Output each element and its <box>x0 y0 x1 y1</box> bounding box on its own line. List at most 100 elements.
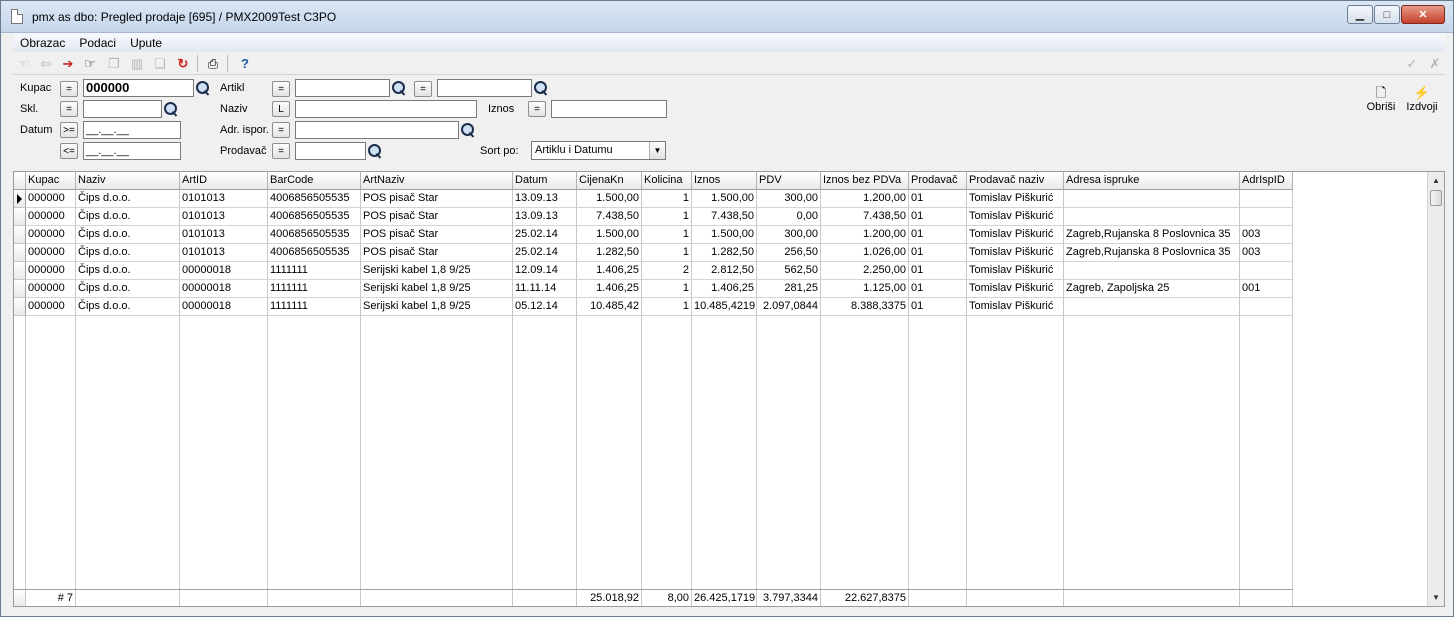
table-cell[interactable]: 003 <box>1240 244 1293 262</box>
table-row[interactable]: 000000 Čips d.o.o. 0101013 4006856505535 POS… <box>14 244 1293 262</box>
table-cell[interactable]: 10.485,42 <box>577 298 642 316</box>
table-cell[interactable]: 1.200,00 <box>821 226 909 244</box>
table-cell[interactable]: 25.02.14 <box>513 244 577 262</box>
table-cell[interactable]: 0101013 <box>180 208 268 226</box>
print-icon[interactable]: ⎙ <box>204 55 222 72</box>
table-cell[interactable]: 01 <box>909 208 967 226</box>
skl-search-icon[interactable] <box>162 100 180 118</box>
artikl2-search-icon[interactable] <box>532 79 550 97</box>
table-cell[interactable]: 05.12.14 <box>513 298 577 316</box>
table-cell[interactable]: Tomislav Piškurić <box>967 298 1064 316</box>
duplicate-icon[interactable]: ❏ <box>151 55 169 72</box>
table-cell[interactable]: 1.500,00 <box>577 190 642 208</box>
naziv-input[interactable] <box>295 100 477 118</box>
column-header[interactable]: Naziv <box>76 172 180 190</box>
datum-to-op-button[interactable]: <= <box>60 143 78 159</box>
scroll-down-icon[interactable]: ▼ <box>1428 589 1444 606</box>
table-cell[interactable]: 1.026,00 <box>821 244 909 262</box>
column-header[interactable]: CijenaKn <box>577 172 642 190</box>
table-cell[interactable]: 00000018 <box>180 298 268 316</box>
table-cell[interactable]: Zagreb,Rujanska 8 Poslovnica 35 <box>1064 244 1240 262</box>
table-cell[interactable]: 000000 <box>26 208 76 226</box>
izdvoji-button[interactable]: ⚡ Izdvoji <box>1405 84 1439 118</box>
row-indicator[interactable] <box>14 298 26 316</box>
table-cell[interactable]: Čips d.o.o. <box>76 244 180 262</box>
table-cell[interactable]: 1 <box>642 190 692 208</box>
kupac-search-icon[interactable] <box>194 79 212 97</box>
table-cell[interactable] <box>1064 190 1240 208</box>
prodavac-op-button[interactable]: = <box>272 143 290 159</box>
table-cell[interactable]: 01 <box>909 226 967 244</box>
adr-ispor-search-icon[interactable] <box>459 121 477 139</box>
iznos-input[interactable] <box>551 100 667 118</box>
datum-from-op-button[interactable]: >= <box>60 122 78 138</box>
column-header[interactable]: AdrIspID <box>1240 172 1293 190</box>
column-header[interactable]: Prodavač naziv <box>967 172 1064 190</box>
table-cell[interactable]: 000000 <box>26 262 76 280</box>
table-cell[interactable]: 1.282,50 <box>577 244 642 262</box>
table-cell[interactable]: 1111111 <box>268 298 361 316</box>
help-icon[interactable]: ? <box>236 55 254 72</box>
table-cell[interactable]: POS pisač Star <box>361 226 513 244</box>
artikl-input-2[interactable] <box>437 79 532 97</box>
vertical-scrollbar[interactable]: ▲ ▼ <box>1427 172 1444 606</box>
artikl-op2-button[interactable]: = <box>414 81 432 97</box>
table-cell[interactable]: Tomislav Piškurić <box>967 226 1064 244</box>
table-cell[interactable]: 2.097,0844 <box>757 298 821 316</box>
table-cell[interactable]: 001 <box>1240 280 1293 298</box>
table-cell[interactable]: 1.282,50 <box>692 244 757 262</box>
adr-ispor-op-button[interactable]: = <box>272 122 290 138</box>
adr-ispor-input[interactable] <box>295 121 459 139</box>
table-cell[interactable]: 1.500,00 <box>692 190 757 208</box>
table-cell[interactable]: 1 <box>642 298 692 316</box>
skl-input[interactable] <box>83 100 162 118</box>
table-cell[interactable]: 4006856505535 <box>268 190 361 208</box>
table-cell[interactable]: Čips d.o.o. <box>76 190 180 208</box>
table-cell[interactable] <box>1064 208 1240 226</box>
table-cell[interactable]: 13.09.13 <box>513 190 577 208</box>
table-cell[interactable]: 10.485,4219 <box>692 298 757 316</box>
table-cell[interactable]: 000000 <box>26 190 76 208</box>
obrisi-button[interactable]: 🗋 Obriši <box>1364 84 1398 118</box>
table-cell[interactable]: 003 <box>1240 226 1293 244</box>
table-cell[interactable]: Čips d.o.o. <box>76 226 180 244</box>
table-cell[interactable]: Serijski kabel 1,8 9/25 <box>361 280 513 298</box>
table-cell[interactable]: 281,25 <box>757 280 821 298</box>
iznos-op-button[interactable]: = <box>528 101 546 117</box>
table-cell[interactable]: 1111111 <box>268 262 361 280</box>
table-cell[interactable]: 2.812,50 <box>692 262 757 280</box>
row-indicator[interactable] <box>14 280 26 298</box>
datum-to-input[interactable]: __.__.__ <box>83 142 181 160</box>
menu-obrazac[interactable]: Obrazac <box>13 36 72 50</box>
table-cell[interactable]: Tomislav Piškurić <box>967 190 1064 208</box>
scroll-up-icon[interactable]: ▲ <box>1428 172 1444 189</box>
table-cell[interactable]: 1.200,00 <box>821 190 909 208</box>
table-cell[interactable]: 12.09.14 <box>513 262 577 280</box>
table-cell[interactable]: POS pisač Star <box>361 208 513 226</box>
column-header[interactable]: Iznos <box>692 172 757 190</box>
table-cell[interactable] <box>1240 190 1293 208</box>
table-cell[interactable]: 01 <box>909 298 967 316</box>
table-row[interactable]: 000000 Čips d.o.o. 00000018 1111111 Serijski… <box>14 298 1293 316</box>
table-cell[interactable]: 2 <box>642 262 692 280</box>
maximize-button[interactable]: □ <box>1374 5 1400 24</box>
table-cell[interactable] <box>1240 298 1293 316</box>
table-cell[interactable]: 000000 <box>26 298 76 316</box>
table-cell[interactable]: Čips d.o.o. <box>76 262 180 280</box>
table-cell[interactable]: 562,50 <box>757 262 821 280</box>
prodavac-search-icon[interactable] <box>366 142 384 160</box>
table-cell[interactable]: Tomislav Piškurić <box>967 244 1064 262</box>
delete-icon[interactable]: ▥ <box>128 55 146 72</box>
table-cell[interactable]: POS pisač Star <box>361 190 513 208</box>
column-header[interactable]: Kupac <box>26 172 76 190</box>
prodavac-input[interactable] <box>295 142 366 160</box>
table-cell[interactable]: 8.388,3375 <box>821 298 909 316</box>
close-button[interactable]: ✕ <box>1401 5 1445 24</box>
first-icon[interactable]: ☜ <box>15 55 33 72</box>
table-cell[interactable]: 01 <box>909 262 967 280</box>
column-header[interactable]: Kolicina <box>642 172 692 190</box>
menu-podaci[interactable]: Podaci <box>72 36 123 50</box>
skl-op-button[interactable]: = <box>60 101 78 117</box>
column-header[interactable]: ArtNaziv <box>361 172 513 190</box>
column-header[interactable]: PDV <box>757 172 821 190</box>
